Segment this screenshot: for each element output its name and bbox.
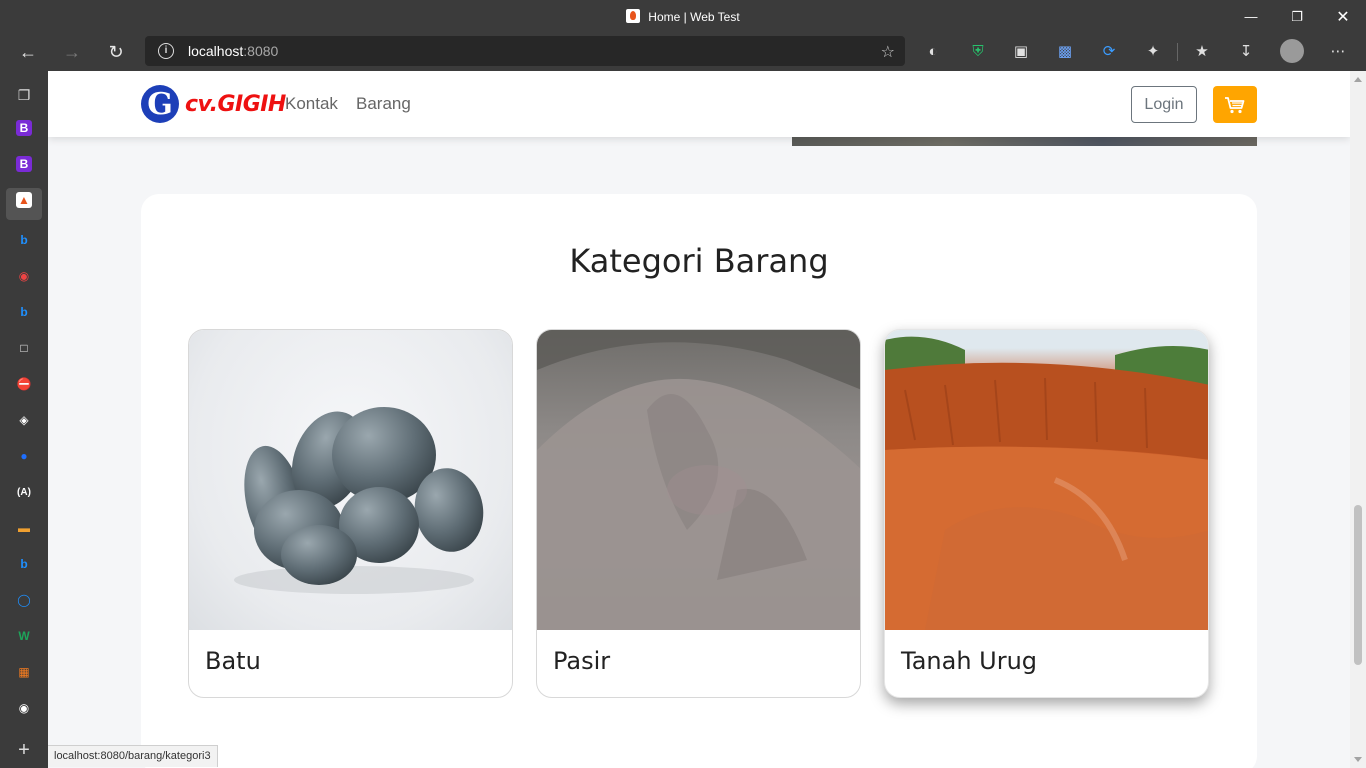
batu-image [189,330,512,630]
section-title: Kategori Barang [569,242,829,280]
category-section: Kategori Barang Batu Pasir Tanah Urug [141,194,1257,768]
logo-text: cv.GIGIH [185,91,286,117]
browser-toolbar: ← → ↻ i localhost:8080 ☆ ◐ ⛨ ▣ ▩ ⟳ ✦ ★ ↧… [0,33,1366,71]
tab-bootstrap-2-icon[interactable]: B [16,156,32,172]
mouse-gesture-extension-icon[interactable]: ◐ [922,40,944,62]
site-info-icon[interactable]: i [158,43,174,59]
minimize-button[interactable]: — [1228,0,1274,33]
shield-extension-icon[interactable]: ⛨ [967,40,989,62]
soil-illustration [885,336,1208,630]
category-card-tanah-urug[interactable]: Tanah Urug [884,329,1209,698]
category-label-tanah-urug: Tanah Urug [901,647,1038,675]
tanah-urug-image [885,330,1208,630]
downloads-icon[interactable]: ↧ [1235,40,1257,62]
tab-actions-icon[interactable]: ❐ [12,83,36,107]
tab-codepen-icon[interactable]: ◈ [12,408,36,432]
tab-bing-3-icon[interactable]: b [12,552,36,576]
tab-bootstrap-1-icon[interactable]: B [16,120,32,136]
toolbar-divider [1177,43,1178,61]
new-tab-plus-icon[interactable]: + [12,738,36,762]
sand-illustration [537,330,860,630]
pasir-image [537,330,860,630]
tab-xampp-icon[interactable]: ▦ [12,660,36,684]
logo-g-icon: G [141,85,179,123]
restore-button[interactable]: ❐ [1274,0,1320,33]
page-scrollbar[interactable] [1350,71,1366,768]
category-card-batu[interactable]: Batu [188,329,513,698]
window-title: Home | Web Test [0,9,1366,24]
refresh-button[interactable]: ↻ [101,37,131,67]
nav-link-kontak[interactable]: Kontak [285,94,338,114]
sync-extension-icon[interactable]: ⟳ [1098,40,1120,62]
favorites-icon[interactable]: ★ [1191,40,1213,62]
vertical-tabs-sidebar: ❐ B B ▲ b ◉ b □ ⛔ ◈ ● (A) ▬ b ◯ W ▦ ◉ + [0,71,48,768]
tab-dash-icon[interactable]: ▬ [12,516,36,540]
address-url[interactable]: localhost:8080 [188,43,278,59]
category-label-pasir: Pasir [553,647,611,675]
hero-image-bottom [792,137,1257,146]
tab-favicon-icon [626,9,641,23]
scrollbar-thumb[interactable] [1354,505,1362,665]
translate-extension-icon[interactable]: ▩ [1054,40,1076,62]
tab-w-icon[interactable]: W [12,624,36,648]
site-navbar: G cv.GIGIH Kontak Barang Login [48,71,1350,137]
forward-button[interactable]: → [57,37,87,67]
tab-github-icon[interactable]: ◉ [12,696,36,720]
tab-circle-icon[interactable]: ◯ [12,588,36,612]
tab-globe-icon[interactable]: ● [12,444,36,468]
address-bar[interactable]: i localhost:8080 ☆ [145,36,905,66]
cart-icon [1225,96,1245,113]
tab-bing-1-icon[interactable]: b [12,228,36,252]
site-logo[interactable]: G cv.GIGIH [141,84,286,124]
close-window-button[interactable]: ✕ [1320,0,1366,33]
page-viewport: G cv.GIGIH Kontak Barang Login Kategori … [48,71,1350,768]
scroll-up-arrow-icon[interactable] [1354,77,1362,82]
category-card-pasir[interactable]: Pasir [536,329,861,698]
scroll-down-arrow-icon[interactable] [1354,757,1362,762]
tab-home-webtest-icon[interactable]: ▲ [16,192,32,208]
tab-angular-icon[interactable]: (A) [12,480,36,504]
link-status-bubble: localhost:8080/barang/kategori3 [48,745,218,767]
cart-button[interactable] [1213,86,1257,123]
more-menu-icon[interactable]: ⋯ [1327,40,1349,62]
add-favorite-icon[interactable]: ☆ [881,42,895,62]
tab-git-icon[interactable]: ◉ [12,264,36,288]
extensions-puzzle-icon[interactable]: ✦ [1142,40,1164,62]
back-button[interactable]: ← [13,37,43,67]
login-button[interactable]: Login [1131,86,1197,123]
tab-document-icon[interactable]: □ [12,336,36,360]
category-label-batu: Batu [205,647,261,675]
tab-no-entry-icon[interactable]: ⛔ [12,372,36,396]
window-title-text: Home | Web Test [648,10,740,24]
stones-illustration [234,407,484,594]
glasses-extension-icon[interactable]: ▣ [1010,40,1032,62]
profile-avatar[interactable] [1280,39,1304,63]
tab-bing-2-icon[interactable]: b [12,300,36,324]
nav-link-barang[interactable]: Barang [356,94,411,114]
window-titlebar: Home | Web Test — ❐ ✕ [0,0,1366,33]
